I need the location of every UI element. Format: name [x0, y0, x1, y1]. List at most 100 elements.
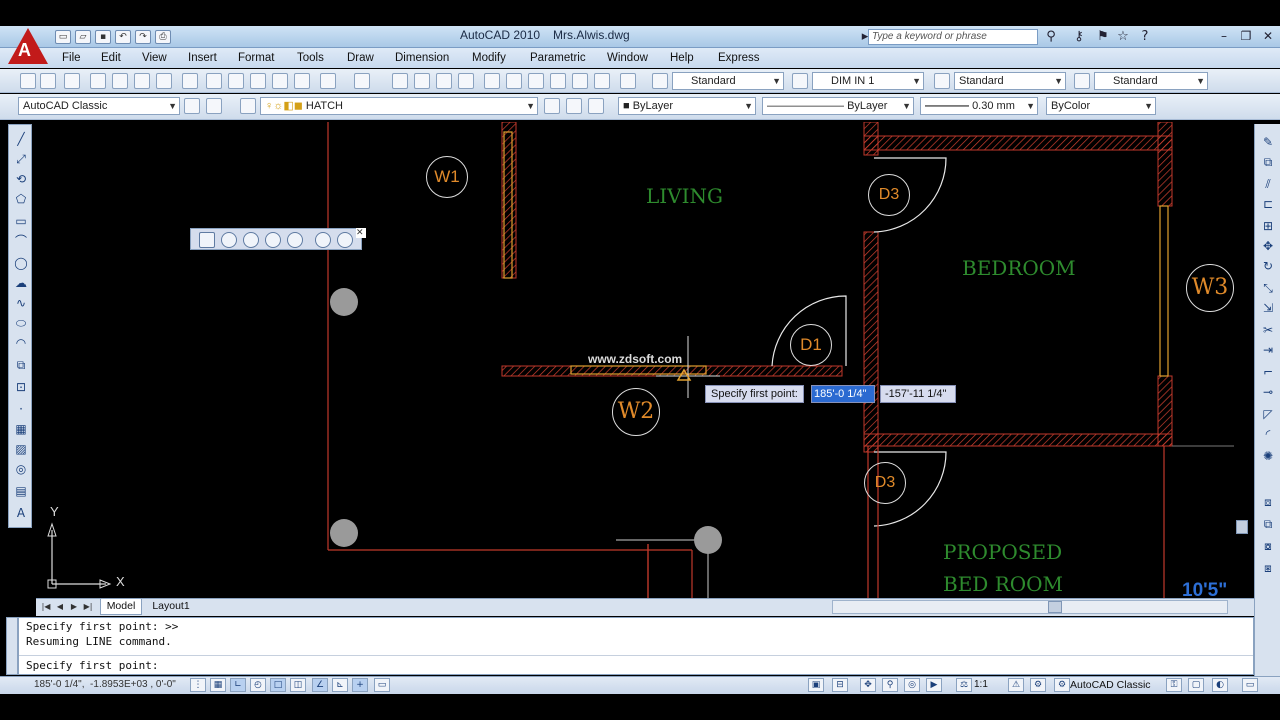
color-select[interactable]: ■ ByLayer ▼	[618, 97, 756, 115]
bring-front-icon[interactable]: ⧉	[1260, 516, 1276, 532]
workspace-switch[interactable]: AutoCAD Classic	[1070, 679, 1151, 691]
open-icon[interactable]	[40, 73, 56, 89]
zoom-dynamic-icon[interactable]	[221, 232, 237, 248]
move-icon[interactable]: ✥	[1260, 238, 1276, 254]
layer-select[interactable]: ♀☼◧◼ HATCH ▼	[260, 97, 538, 115]
redo-icon[interactable]	[354, 73, 370, 89]
rotate-icon[interactable]: ↻	[1260, 258, 1276, 274]
multileader-style-select[interactable]: Standard ▼	[1094, 72, 1208, 90]
grid-display-icon[interactable]: ▦	[210, 678, 226, 692]
zoom-center-icon[interactable]	[265, 232, 281, 248]
favorites-icon[interactable]: ☆	[1114, 29, 1132, 45]
last-tab-icon[interactable]: ▶|	[82, 600, 94, 614]
snap-mode-icon[interactable]: ⋮	[190, 678, 206, 692]
help-icon[interactable]	[620, 73, 636, 89]
close-icon[interactable]: ✕	[356, 228, 366, 238]
spline-icon[interactable]: ∿	[13, 295, 29, 311]
pan-icon[interactable]: ✥	[860, 678, 876, 692]
match-properties-icon[interactable]	[272, 73, 288, 89]
make-block-icon[interactable]: ⊡	[13, 379, 29, 395]
region-icon[interactable]: ◎	[13, 461, 29, 477]
key-icon[interactable]: ⚷	[1070, 29, 1088, 45]
vertical-scrollbar-thumb[interactable]	[1236, 520, 1248, 534]
circle-icon[interactable]: ◯	[13, 255, 29, 271]
gear-icon[interactable]	[182, 73, 198, 89]
text-front-icon[interactable]: ⧆	[1260, 560, 1276, 576]
drawing-area[interactable]: LIVING BEDROOM PROPOSED BED ROOM W1 W2 W…	[36, 122, 1234, 598]
zoom-realtime-icon[interactable]	[414, 73, 430, 89]
sheet-set-icon[interactable]	[550, 73, 566, 89]
plot-icon[interactable]: ⎙	[155, 30, 171, 44]
arc-icon[interactable]: ⌒	[13, 233, 29, 249]
text-style-select[interactable]: Standard ▼	[672, 72, 784, 90]
table-style-select[interactable]: Standard ▼	[954, 72, 1066, 90]
horizontal-scrollbar-thumb[interactable]	[1048, 601, 1062, 613]
save-icon[interactable]: ▪	[95, 30, 111, 44]
gear-icon[interactable]	[184, 98, 200, 114]
cut-icon[interactable]	[206, 73, 222, 89]
zoom-in-icon[interactable]	[315, 232, 331, 248]
lineweight-select[interactable]: ———— 0.30 mm ▼	[920, 97, 1038, 115]
layer-state-icon[interactable]	[588, 98, 604, 114]
menu-draw[interactable]: Draw	[347, 52, 374, 64]
keyword-search-input[interactable]: Type a keyword or phrase	[868, 29, 1038, 45]
menu-help[interactable]: Help	[670, 52, 694, 64]
menu-tools[interactable]: Tools	[297, 52, 324, 64]
minimize-button[interactable]: –	[1214, 28, 1234, 44]
zoom-object-icon[interactable]	[287, 232, 303, 248]
command-prompt-input[interactable]: Specify first point:	[26, 659, 158, 672]
zoom-previous-icon[interactable]	[458, 73, 474, 89]
zoom-icon[interactable]: ⚲	[882, 678, 898, 692]
redo-icon[interactable]: ↷	[135, 30, 151, 44]
revcloud-icon[interactable]: ☁	[13, 275, 29, 291]
ellipse-arc-icon[interactable]: ◠	[13, 335, 29, 351]
text-style-icon[interactable]	[652, 73, 668, 89]
qnew-icon[interactable]	[20, 73, 36, 89]
ducs-icon[interactable]: ⊾	[332, 678, 348, 692]
hardware-acceleration-icon[interactable]: ▢	[1188, 678, 1204, 692]
insert-block-icon[interactable]: ⧉	[13, 357, 29, 373]
quickcalc-icon[interactable]	[594, 73, 610, 89]
table-style-icon[interactable]	[934, 73, 950, 89]
offset-icon[interactable]: ⊏	[1260, 196, 1276, 212]
layer-previous-icon[interactable]	[566, 98, 582, 114]
menu-view[interactable]: View	[142, 52, 167, 64]
horizontal-scrollbar[interactable]	[832, 600, 1228, 614]
lock-icon[interactable]: ⚿	[1166, 678, 1182, 692]
scale-icon[interactable]: ⤡	[1260, 280, 1276, 296]
design-center-icon[interactable]	[506, 73, 522, 89]
multileader-style-icon[interactable]	[1074, 73, 1090, 89]
properties-icon[interactable]	[484, 73, 500, 89]
linetype-select[interactable]: ——————— ByLayer ▼	[762, 97, 914, 115]
save-icon[interactable]	[64, 73, 80, 89]
hatch-icon[interactable]: ▦	[13, 421, 29, 437]
line-icon[interactable]: ╱	[13, 131, 29, 147]
dynamic-input-icon[interactable]: +	[352, 678, 368, 692]
erase-icon[interactable]: ✎	[1260, 134, 1276, 150]
make-current-layer-icon[interactable]	[544, 98, 560, 114]
zoom-out-icon[interactable]	[337, 232, 353, 248]
break-icon[interactable]: ⌐	[1260, 364, 1276, 380]
menu-dimension[interactable]: Dimension	[395, 52, 449, 64]
polygon-icon[interactable]: ⬠	[13, 191, 29, 207]
menu-file[interactable]: File	[62, 52, 81, 64]
array-icon[interactable]: ⊞	[1260, 218, 1276, 234]
annotation-scale-value[interactable]: 1:1	[974, 679, 988, 690]
ortho-mode-icon[interactable]: ∟	[230, 678, 246, 692]
command-window-handle[interactable]	[6, 617, 18, 675]
plotstyle-select[interactable]: ByColor ▼	[1046, 97, 1156, 115]
workspace-select[interactable]: AutoCAD Classic ▼	[18, 97, 180, 115]
dynamic-input-y-field[interactable]: -157'-11 1/4"	[880, 385, 956, 403]
showmotion-icon[interactable]: ▶	[926, 678, 942, 692]
tab-layout1[interactable]: Layout1	[144, 599, 198, 615]
workspace-settings-icon[interactable]	[206, 98, 222, 114]
quick-view-layouts-icon[interactable]: ⊟	[832, 678, 848, 692]
polar-tracking-icon[interactable]: ◴	[250, 678, 266, 692]
restore-button[interactable]: ❐	[1236, 28, 1256, 44]
3d-dwf-icon[interactable]	[156, 73, 172, 89]
help-icon[interactable]: ?	[1136, 29, 1154, 45]
new-icon[interactable]: ▭	[55, 30, 71, 44]
paste-icon[interactable]	[250, 73, 266, 89]
isolate-objects-icon[interactable]: ◐	[1212, 678, 1228, 692]
fillet-icon[interactable]: ◜	[1260, 426, 1276, 442]
